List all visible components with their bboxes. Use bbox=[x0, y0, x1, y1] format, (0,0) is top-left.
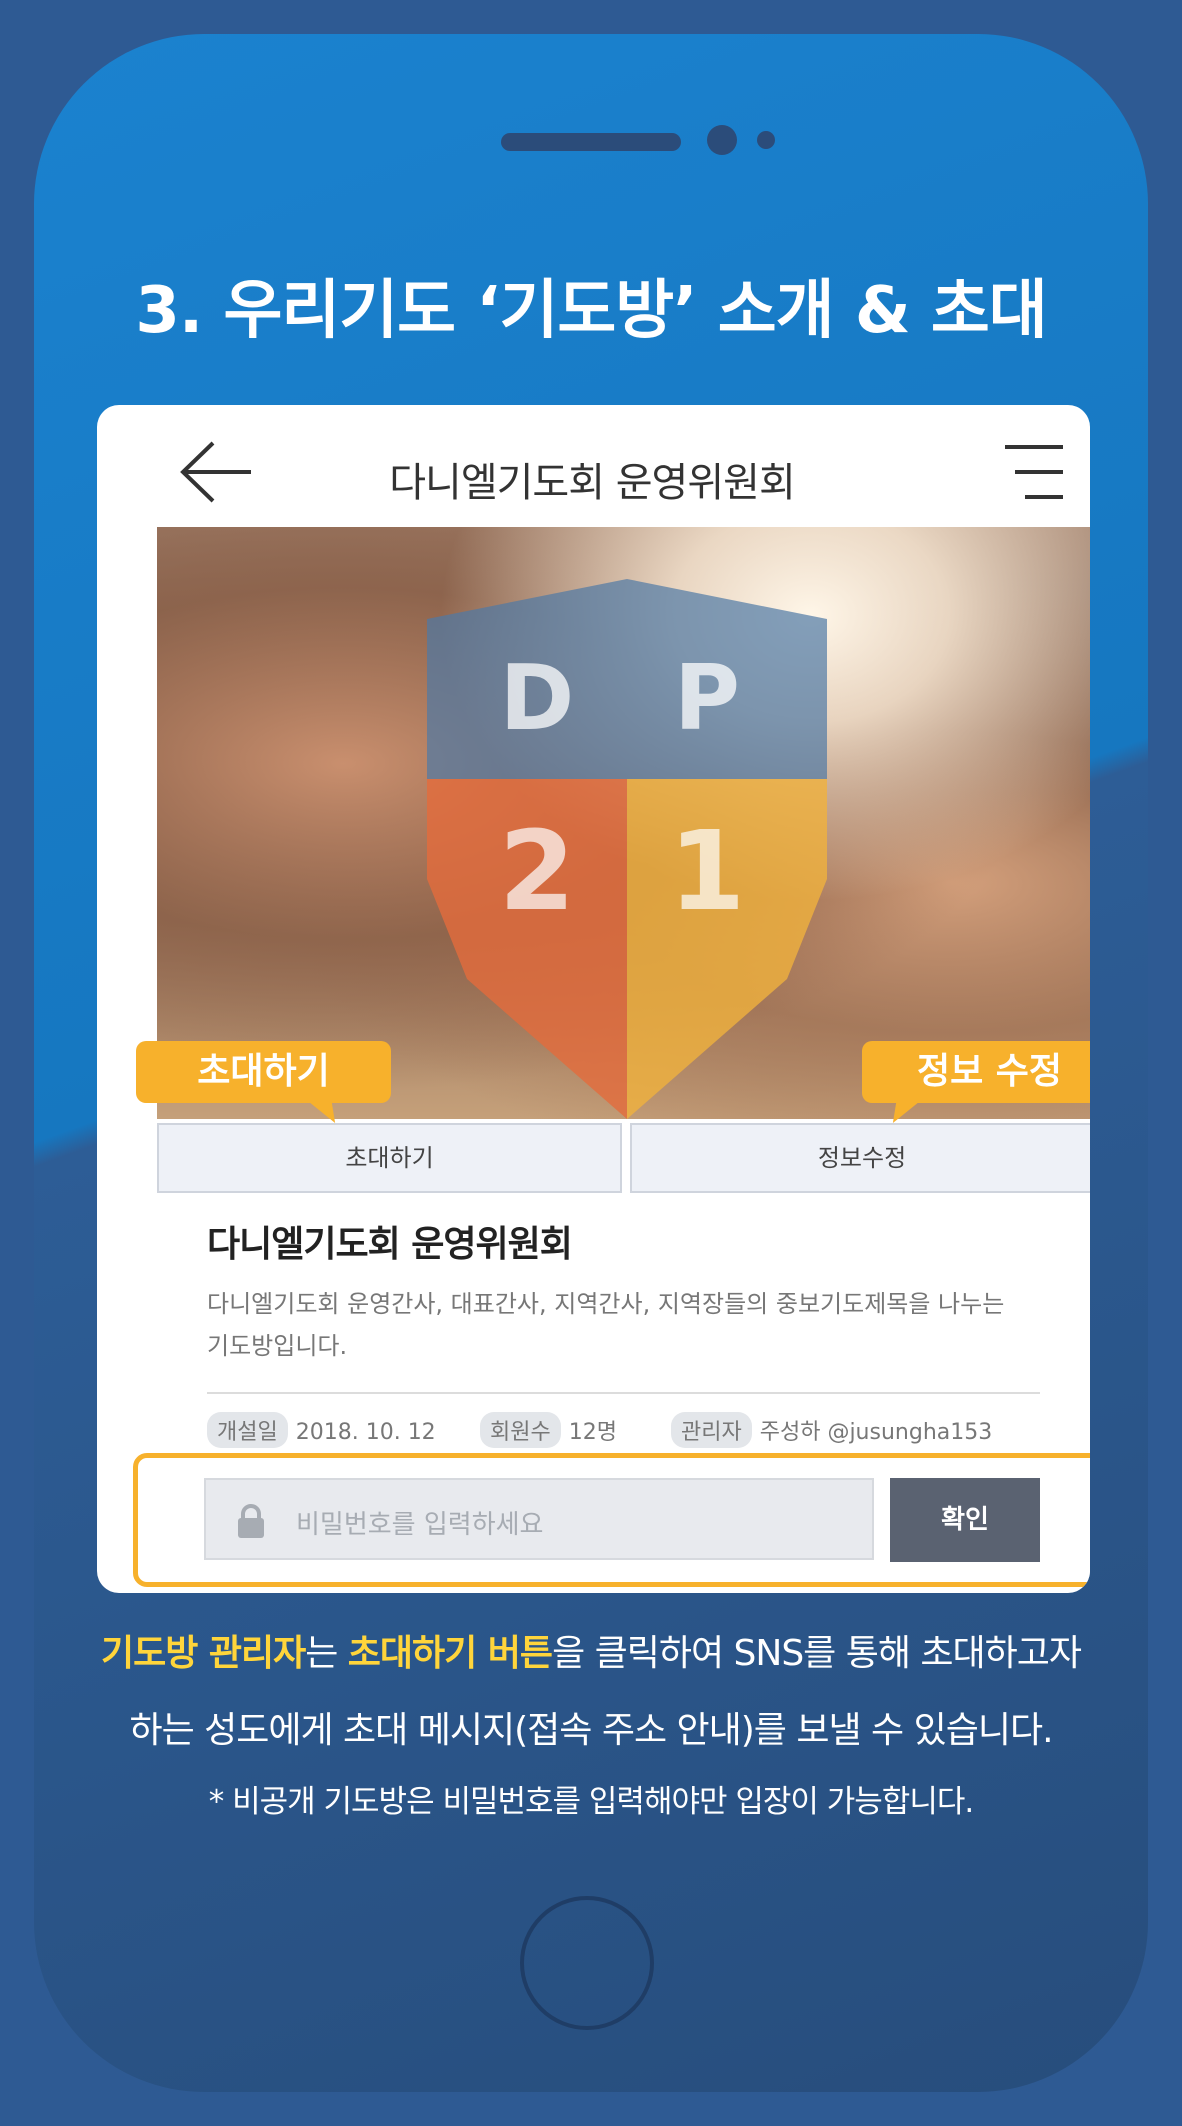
meta-members-value: 12명 bbox=[568, 1420, 617, 1445]
hamburger-menu-icon[interactable] bbox=[1005, 442, 1063, 502]
meta-open-label: 개설일 bbox=[207, 1412, 288, 1448]
password-input[interactable]: 비밀번호를 입력하세요 bbox=[204, 1478, 874, 1560]
meta-admin: 관리자 주성하 @jusungha153 bbox=[671, 1412, 992, 1448]
caption-highlight-admin: 기도방 관리자 bbox=[100, 1633, 306, 1674]
invite-button[interactable]: 초대하기 bbox=[157, 1123, 622, 1193]
caption-note: * 비공개 기도방은 비밀번호를 입력해야만 입장이 가능합니다. bbox=[208, 1784, 974, 1820]
page-headline: 3. 우리기도 ‘기도방’ 소개 & 초대 bbox=[135, 274, 1047, 348]
phone-speaker bbox=[501, 133, 681, 151]
arrow-left-icon[interactable] bbox=[177, 437, 257, 507]
divider bbox=[207, 1392, 1040, 1394]
caption-text-1: 는 bbox=[305, 1633, 348, 1674]
password-placeholder: 비밀번호를 입력하세요 bbox=[296, 1510, 544, 1540]
caption-line-2: 하는 성도에게 초대 메시지(접속 주소 안내)를 보낼 수 있습니다. bbox=[129, 1710, 1053, 1751]
lock-icon bbox=[238, 1504, 264, 1538]
app-title: 다니엘기도회 운영위원회 bbox=[389, 460, 796, 506]
edit-tooltip: 정보 수정 bbox=[862, 1041, 1090, 1103]
phone-frame: 3. 우리기도 ‘기도방’ 소개 & 초대 다니엘기도회 운영위원회 D P 2… bbox=[34, 34, 1148, 2092]
hero-image: D P 2 1 bbox=[157, 527, 1090, 1119]
invite-tooltip: 초대하기 bbox=[136, 1041, 391, 1103]
meta-members-label: 회원수 bbox=[480, 1412, 561, 1448]
logo-letter-p: P bbox=[674, 646, 740, 751]
caption-highlight-invite: 초대하기 버튼 bbox=[347, 1633, 553, 1674]
logo-digit-1: 1 bbox=[669, 807, 746, 935]
logo-digit-2: 2 bbox=[499, 807, 576, 935]
caption-text-2: 을 클릭하여 SNS를 통해 초대하고자 bbox=[552, 1633, 1082, 1674]
edit-info-button[interactable]: 정보수정 bbox=[630, 1123, 1090, 1193]
room-description: 다니엘기도회 운영간사, 대표간사, 지역간사, 지역장들의 중보기도제목을 나… bbox=[207, 1290, 1005, 1360]
dp21-logo: D P 2 1 bbox=[427, 579, 827, 1119]
phone-home-button[interactable] bbox=[520, 1896, 654, 2030]
phone-camera bbox=[707, 125, 737, 155]
caption-line-1: 기도방 관리자는 초대하기 버튼을 클릭하여 SNS를 통해 초대하고자 bbox=[34, 1624, 1148, 1676]
app-screen: 다니엘기도회 운영위원회 D P 2 1 초대하기 정보 수정 초대하기 정보수… bbox=[97, 405, 1090, 1593]
room-name: 다니엘기도회 운영위원회 bbox=[207, 1224, 573, 1265]
meta-open-date: 개설일 2018. 10. 12 bbox=[207, 1412, 436, 1448]
logo-letter-d: D bbox=[500, 646, 575, 751]
confirm-button[interactable]: 확인 bbox=[890, 1478, 1040, 1562]
meta-admin-label: 관리자 bbox=[671, 1412, 752, 1448]
meta-members: 회원수 12명 bbox=[480, 1412, 617, 1448]
phone-sensor bbox=[757, 131, 775, 149]
meta-open-value: 2018. 10. 12 bbox=[295, 1420, 436, 1445]
meta-admin-value: 주성하 @jusungha153 bbox=[759, 1420, 993, 1445]
